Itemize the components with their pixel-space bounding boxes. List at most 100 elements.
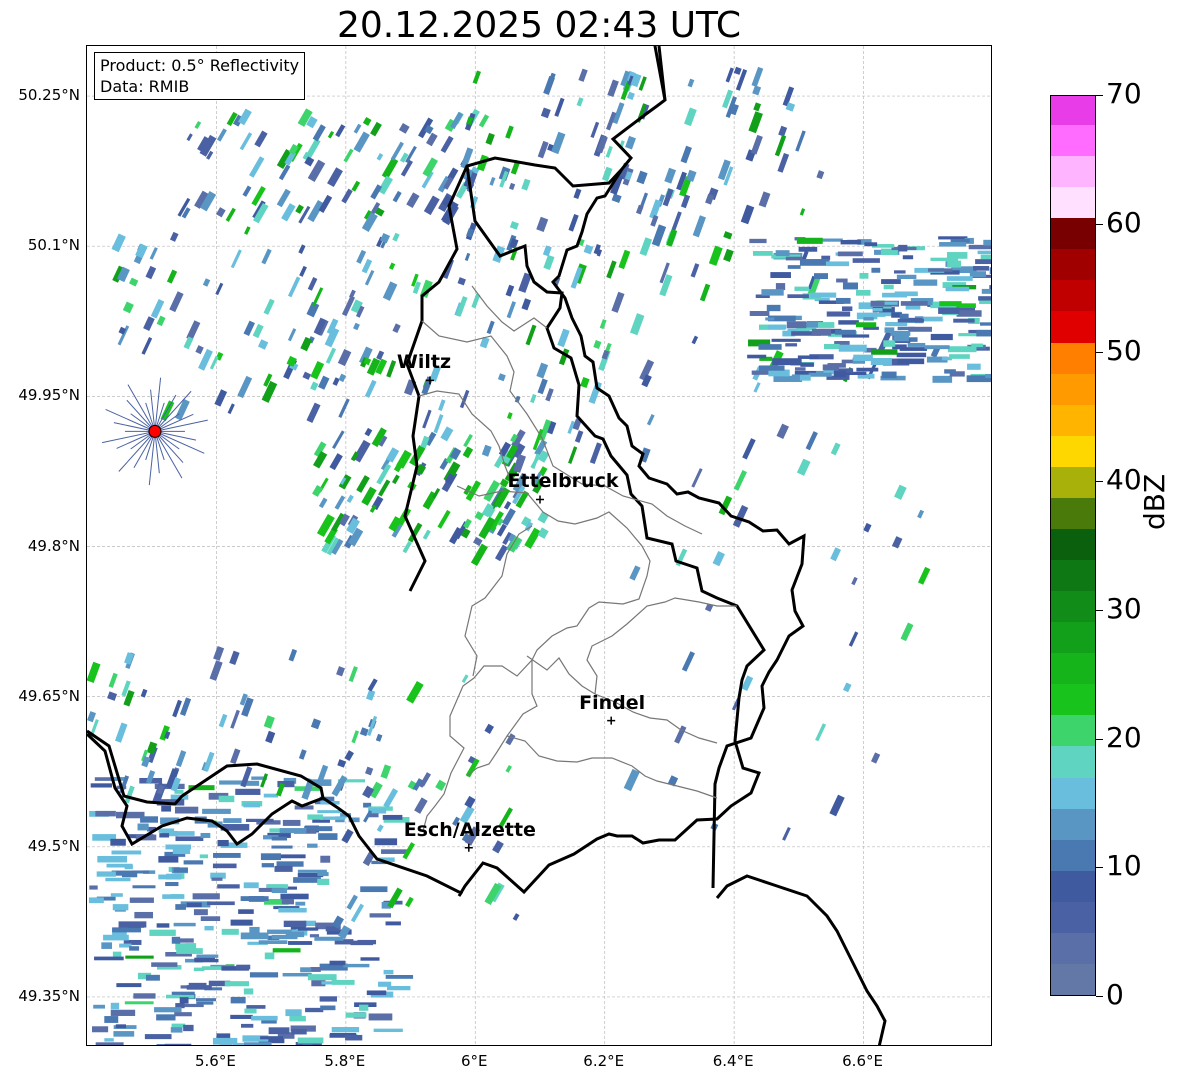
city-marker[interactable] bbox=[464, 843, 473, 852]
echo-cell bbox=[946, 276, 973, 281]
echo-cell bbox=[574, 430, 584, 443]
echo-cell bbox=[218, 713, 228, 728]
echo-cell bbox=[551, 131, 566, 155]
echo-cell bbox=[816, 170, 825, 180]
echo-cell bbox=[775, 250, 790, 257]
echo-cell bbox=[164, 1043, 192, 1045]
radar-site-marker[interactable] bbox=[148, 424, 162, 438]
echo-cell bbox=[95, 810, 116, 817]
echo-cell bbox=[426, 132, 438, 147]
echo-cell bbox=[898, 244, 908, 252]
echo-cell bbox=[537, 140, 549, 159]
echo-cell bbox=[836, 278, 848, 283]
echo-cell bbox=[213, 646, 225, 661]
echo-cell bbox=[104, 1038, 114, 1042]
echo-cell bbox=[486, 320, 495, 335]
echo-cell bbox=[295, 204, 304, 214]
echo-cell bbox=[96, 871, 116, 877]
echo-cell bbox=[882, 292, 908, 298]
echo-cell bbox=[317, 878, 330, 885]
echo-cell bbox=[815, 322, 835, 328]
echo-cell bbox=[216, 207, 226, 218]
echo-cell bbox=[902, 255, 914, 260]
echo-cell bbox=[174, 806, 199, 814]
colorbar-segment bbox=[1051, 528, 1095, 561]
radar-map[interactable] bbox=[86, 45, 992, 1046]
echo-cell bbox=[949, 354, 970, 359]
echo-cell bbox=[217, 884, 240, 889]
echo-cell bbox=[336, 666, 345, 677]
echo-cell bbox=[365, 689, 376, 701]
echo-cell bbox=[351, 730, 360, 744]
echo-cell bbox=[976, 329, 991, 337]
echo-cell bbox=[778, 125, 788, 137]
echo-cell bbox=[749, 311, 770, 316]
product-label: Product: 0.5° Reflectivity bbox=[100, 56, 300, 75]
echo-cell bbox=[95, 1042, 124, 1045]
echo-cell bbox=[512, 913, 520, 921]
echo-cell bbox=[249, 156, 265, 178]
echo-cell bbox=[932, 375, 953, 383]
city-marker[interactable] bbox=[607, 716, 616, 725]
echo-cell bbox=[618, 249, 631, 270]
echo-cell bbox=[110, 1009, 136, 1016]
echo-cell bbox=[288, 941, 313, 945]
echo-cell bbox=[124, 1001, 154, 1005]
echo-cell bbox=[386, 360, 397, 378]
echo-cell bbox=[712, 550, 725, 567]
echo-cell bbox=[150, 298, 165, 319]
echo-cell bbox=[758, 365, 785, 371]
echo-cell bbox=[251, 1015, 278, 1021]
echo-cell bbox=[271, 845, 293, 849]
echo-cell bbox=[885, 322, 908, 327]
echo-cell bbox=[664, 167, 677, 184]
colorbar-segment bbox=[1051, 590, 1095, 623]
echo-cell bbox=[327, 167, 343, 188]
city-marker[interactable] bbox=[536, 495, 544, 504]
echo-cell bbox=[274, 865, 293, 872]
echo-cell bbox=[405, 896, 414, 908]
echo-cell bbox=[924, 345, 950, 350]
echo-cell bbox=[680, 194, 691, 209]
echo-cell bbox=[897, 318, 924, 323]
echo-cell bbox=[351, 180, 361, 192]
echo-cell bbox=[91, 1026, 109, 1033]
echo-cell bbox=[433, 414, 444, 434]
longitude-tick-label: 6.4°E bbox=[712, 1052, 754, 1070]
echo-cell bbox=[794, 367, 806, 371]
colorbar-segment bbox=[1051, 870, 1095, 902]
echo-cell bbox=[356, 475, 370, 493]
echo-cell bbox=[554, 97, 565, 117]
echo-cell bbox=[245, 780, 260, 786]
echo-cell bbox=[149, 929, 176, 936]
echo-cell bbox=[276, 861, 304, 867]
canton-borders bbox=[418, 285, 737, 832]
echo-cell bbox=[852, 258, 880, 263]
echo-cell bbox=[478, 114, 490, 128]
echo-cell bbox=[627, 91, 635, 100]
echo-cell bbox=[314, 936, 344, 941]
echo-cell bbox=[796, 458, 811, 476]
echo-cell bbox=[113, 1031, 135, 1037]
echo-cell bbox=[383, 969, 394, 975]
echo-cell bbox=[462, 446, 474, 459]
echo-cell bbox=[110, 893, 123, 897]
echo-cell bbox=[930, 333, 953, 341]
echo-cell bbox=[194, 120, 202, 130]
echo-cell bbox=[353, 131, 370, 153]
echo-cell bbox=[406, 192, 420, 209]
echo-cell bbox=[464, 252, 471, 261]
echo-cell bbox=[285, 1009, 302, 1017]
echo-cell bbox=[825, 261, 850, 267]
echo-cell bbox=[87, 661, 101, 683]
echo-cell bbox=[224, 981, 250, 987]
echo-cell bbox=[317, 872, 329, 877]
echo-cell bbox=[186, 985, 212, 990]
echo-cell bbox=[186, 133, 193, 142]
echo-cell bbox=[104, 1016, 119, 1023]
echo-cell bbox=[298, 244, 306, 254]
echo-cell bbox=[506, 301, 516, 319]
echo-cell bbox=[204, 925, 214, 931]
echo-cell bbox=[293, 877, 321, 883]
echo-cell bbox=[246, 1005, 266, 1009]
